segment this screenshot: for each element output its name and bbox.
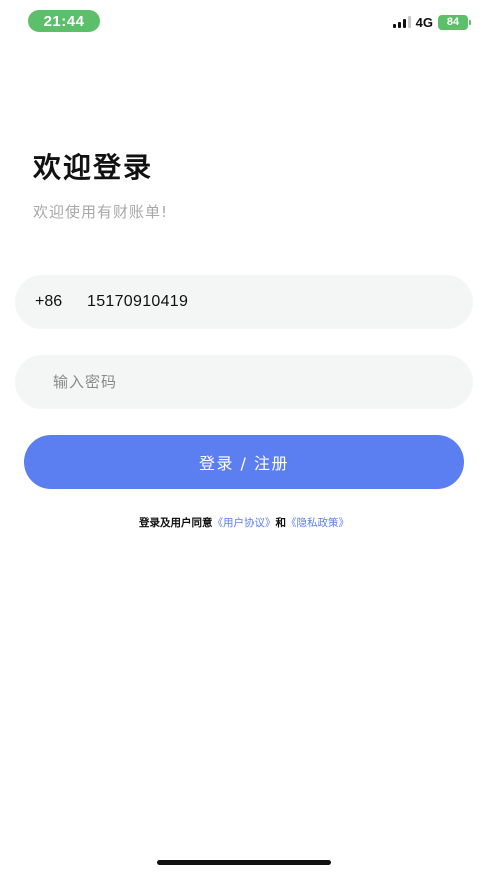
battery-level: 84	[446, 16, 460, 28]
agreement-text: 登录及用户同意《用户协议》和《隐私政策》	[0, 515, 488, 530]
password-input[interactable]	[15, 355, 473, 409]
phone-input[interactable]: +86 15170910419	[15, 275, 473, 329]
network-type: 4G	[415, 14, 433, 30]
status-bar: 21:44 4G 84	[0, 0, 488, 44]
agreement-prefix: 登录及用户同意	[139, 517, 213, 529]
user-agreement-link[interactable]: 《用户协议》	[213, 517, 276, 529]
phone-number-value[interactable]: 15170910419	[87, 293, 188, 311]
battery-icon: 84	[438, 14, 471, 30]
page-subtitle: 欢迎使用有财账单!	[33, 203, 169, 221]
status-indicators: 4G 84	[392, 13, 471, 31]
signal-icon	[392, 16, 411, 28]
status-time: 21:44	[28, 10, 100, 32]
country-code-selector[interactable]: +86	[35, 293, 87, 311]
agreement-conjunction: 和	[275, 517, 287, 529]
privacy-policy-link[interactable]: 《隐私政策》	[286, 517, 349, 529]
page-title: 欢迎登录	[33, 151, 154, 184]
home-indicator[interactable]	[157, 860, 331, 865]
login-register-button[interactable]: 登录 / 注册	[24, 435, 464, 489]
